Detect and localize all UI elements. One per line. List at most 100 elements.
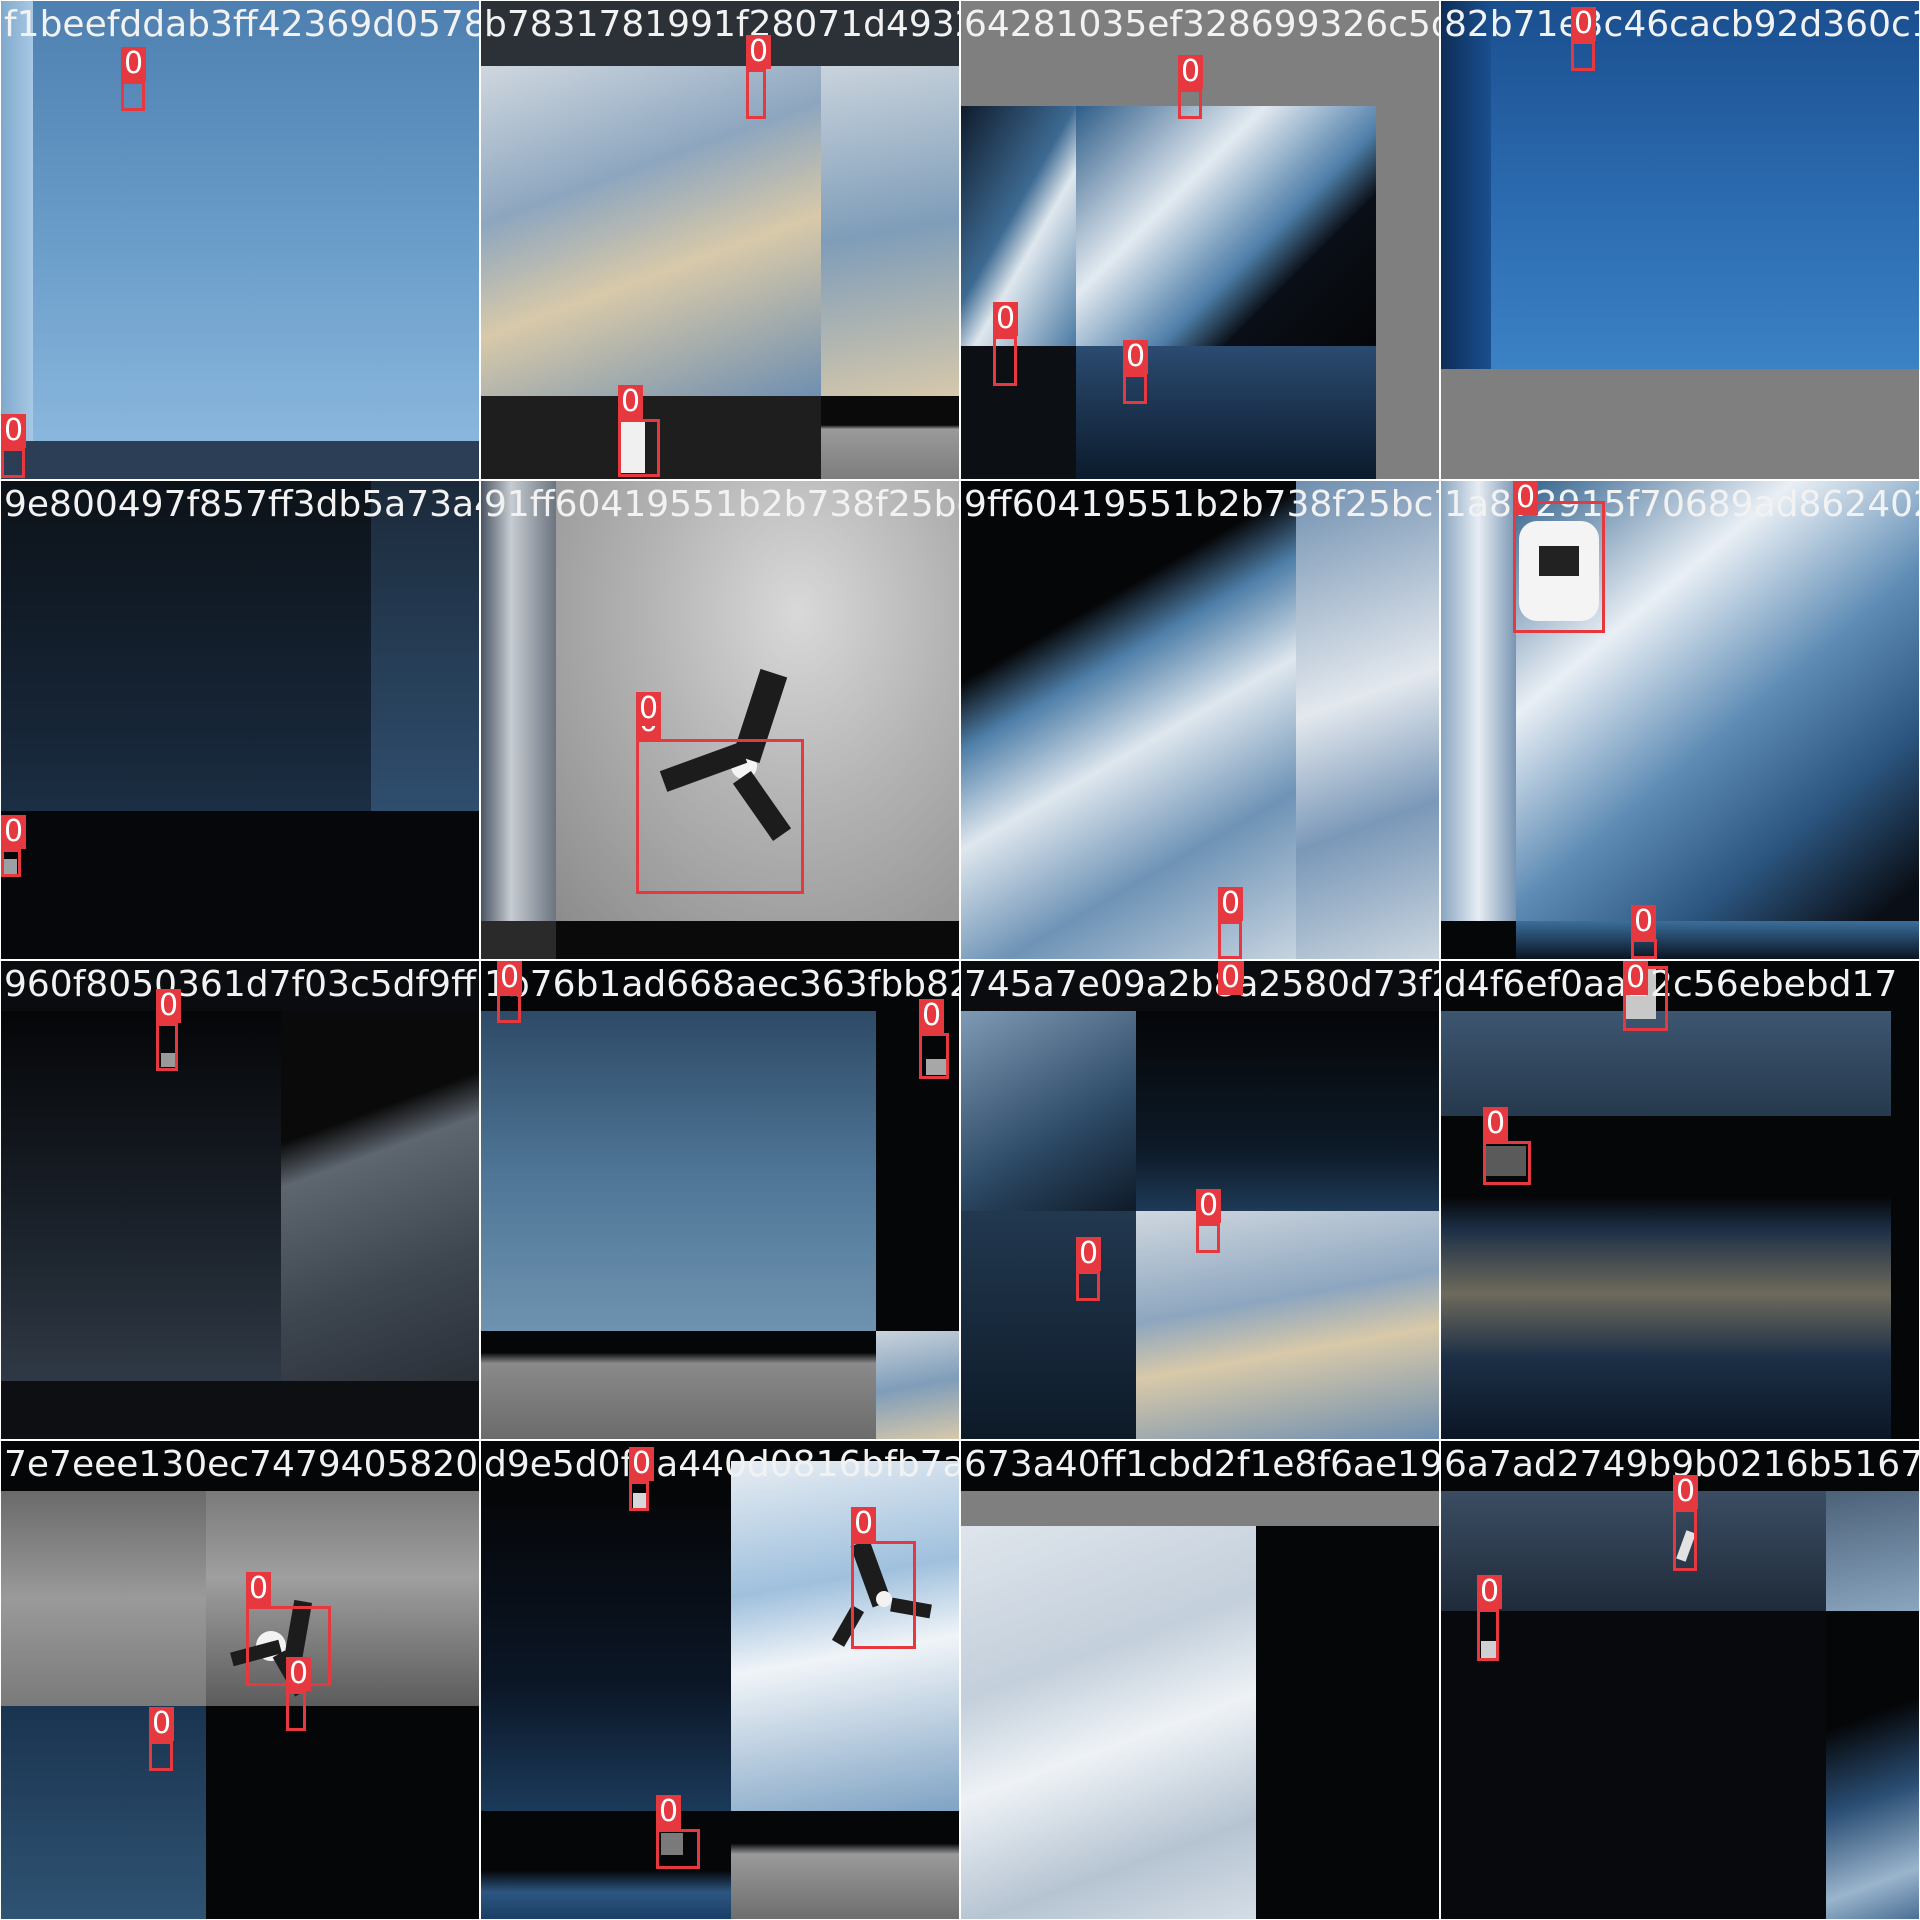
image-region	[1136, 1211, 1439, 1439]
detection-box	[1477, 1609, 1499, 1661]
mosaic-tile: d4f6ef0aa22c56ebebd17 0 0	[1441, 961, 1919, 1439]
detection-class-label: 0	[993, 302, 1019, 336]
image-region	[1, 811, 479, 959]
image-region	[1076, 106, 1376, 346]
image-region	[1, 441, 479, 479]
image-region	[481, 66, 821, 396]
detection-class-label: 0	[1218, 961, 1244, 995]
detection-box	[286, 1691, 306, 1731]
image-region	[876, 1331, 959, 1439]
image-region	[1, 1706, 206, 1919]
image-region	[1, 1, 33, 479]
detection-box	[1483, 1141, 1531, 1185]
detection-class-label: 0	[1196, 1189, 1222, 1223]
detection-class-label: 0	[1623, 961, 1649, 995]
detection-box	[618, 419, 660, 477]
mosaic-tile: d9e5d0f1a440d0816bfb7a4b 0 0 0	[481, 1441, 959, 1919]
tile-filename: 64281035ef328699326c5d	[964, 4, 1439, 45]
detection-box	[1076, 1271, 1100, 1301]
mosaic-tile: 6a7ad2749b9b0216b51675ed00	[1441, 1441, 1919, 1919]
detection-class-label: 0	[656, 1795, 682, 1829]
mosaic-tile: 91ff60419551b2b738f25bc7dc00	[481, 481, 959, 959]
image-region	[1516, 921, 1919, 959]
mosaic-tile: 7e7eee130ec74794058201d985fc6f4f3 0 0 0	[1, 1441, 479, 1919]
detection-box	[1, 448, 25, 478]
detection-class-label: 0	[1, 414, 27, 448]
detection-class-label: 0	[1571, 7, 1597, 41]
tile-filename: 673a40ff1cbd2f1e8f6ae19ce	[964, 1444, 1439, 1485]
detection-box	[746, 69, 766, 119]
image-region	[1296, 481, 1439, 959]
detection-box	[636, 739, 804, 894]
tile-filename: 9e800497f857ff3db5a73a499c1587a4b8d05386…	[4, 484, 479, 525]
detection-class-label: 0	[851, 1507, 877, 1541]
tile-filename: 1b76b1ad668aec363fbb822e535af49a2	[484, 964, 959, 1005]
detection-box	[156, 1023, 178, 1071]
detection-class-label: 0	[1631, 905, 1657, 939]
detection-class-label: 0	[1, 815, 27, 849]
tile-filename: 7e7eee130ec74794058201d985fc6f4f3	[4, 1444, 479, 1485]
image-region	[1, 1011, 281, 1381]
image-region	[1441, 1, 1491, 369]
image-region	[1076, 346, 1376, 479]
detection-box	[1673, 1509, 1697, 1571]
detection-class-label: 0	[636, 692, 662, 726]
detection-box	[1631, 939, 1657, 959]
image-region	[961, 1491, 1439, 1526]
detection-box	[1178, 89, 1202, 119]
mosaic-tile: 960f8050361d7f03c5df9ffb4fb3f087aa0	[1, 961, 479, 1439]
detection-class-label: 0	[286, 1657, 312, 1691]
detection-class-label: 0	[1218, 887, 1244, 921]
detection-class-label: 0	[746, 35, 772, 69]
mosaic-tile: 745a7e09a2b8a2580d73f290b4b4e000	[961, 961, 1439, 1439]
mosaic-tile: b7831781991f28071d49326b700	[481, 1, 959, 479]
image-region	[1136, 1011, 1439, 1211]
tile-filename: 9ff60419551b2b738f25bc7dc1a9	[964, 484, 1439, 525]
image-region	[821, 396, 959, 479]
detection-box	[629, 1481, 649, 1511]
image-region	[481, 1011, 876, 1331]
detection-class-label: 0	[246, 1572, 272, 1606]
detection-class-label: 0	[629, 1447, 655, 1481]
detection-box	[1513, 501, 1605, 633]
tile-filename: 91ff60419551b2b738f25bc7dc	[484, 484, 959, 525]
image-region	[961, 1211, 1136, 1439]
detection-class-label: 0	[618, 385, 644, 419]
detection-box	[149, 1741, 173, 1771]
image-region	[481, 921, 556, 959]
detection-class-label: 0	[1477, 1575, 1503, 1609]
mosaic-tile: 1b76b1ad668aec363fbb822e535af49a20 0	[481, 961, 959, 1439]
mosaic-tile: 64281035ef328699326c5d 0 0 0	[961, 1, 1439, 479]
detection-class-label: 0	[1513, 481, 1539, 515]
image-region	[1, 1491, 206, 1706]
image-region	[731, 1811, 959, 1919]
mosaic-tile: 9e800497f857ff3db5a73a499c1587a4b8d05386…	[1, 481, 479, 959]
detection-box	[1571, 41, 1595, 71]
image-region	[1441, 481, 1516, 921]
image-region	[481, 481, 556, 921]
detection-class-label: 0	[149, 1707, 175, 1741]
mosaic-tile: f1beefddab3ff42369d05782bc632170d3900	[1, 1, 479, 479]
detection-class-label: 0	[1076, 1237, 1102, 1271]
detection-class-label: 0	[1483, 1107, 1509, 1141]
image-region	[281, 1011, 479, 1381]
image-region	[1826, 1491, 1919, 1611]
image-region	[481, 1331, 876, 1439]
image-region	[556, 921, 959, 959]
image-region	[961, 1526, 1256, 1919]
detection-box	[993, 336, 1017, 386]
mosaic-tile: 673a40ff1cbd2f1e8f6ae19ce	[961, 1441, 1439, 1919]
image-region	[961, 346, 1076, 479]
image-region	[1826, 1611, 1919, 1919]
image-region	[1256, 1526, 1439, 1919]
image-region	[371, 481, 479, 811]
detection-box	[919, 1033, 949, 1079]
image-region	[1441, 1, 1919, 369]
tile-filename: 745a7e09a2b8a2580d73f290b4b4e	[964, 964, 1439, 1005]
mosaic-tile: 1a872915f70689ad862402dd00	[1441, 481, 1919, 959]
detection-class-label: 0	[919, 999, 945, 1033]
detection-class-label: 0	[121, 47, 147, 81]
tile-filename: 960f8050361d7f03c5df9ffb4fb3f087aa	[4, 964, 479, 1005]
detection-class-label: 0	[1123, 340, 1149, 374]
tile-filename: b7831781991f28071d49326b7	[484, 4, 959, 45]
